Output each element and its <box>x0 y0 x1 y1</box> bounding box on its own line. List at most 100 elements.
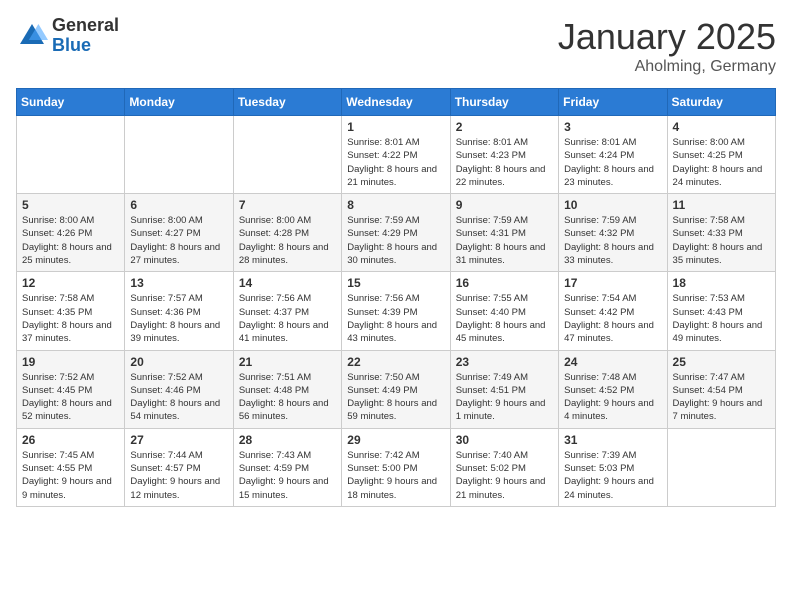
month-title: January 2025 <box>558 16 776 58</box>
title-block: January 2025 Aholming, Germany <box>558 16 776 76</box>
calendar-cell: 26 Sunrise: 7:45 AMSunset: 4:55 PMDayligh… <box>17 428 125 506</box>
calendar-week-row: 26 Sunrise: 7:45 AMSunset: 4:55 PMDayligh… <box>17 428 776 506</box>
calendar-cell: 23 Sunrise: 7:49 AMSunset: 4:51 PMDayligh… <box>450 350 558 428</box>
day-info: Sunrise: 7:47 AMSunset: 4:54 PMDaylight:… <box>673 371 770 424</box>
day-info: Sunrise: 7:56 AMSunset: 4:37 PMDaylight:… <box>239 292 336 345</box>
day-info: Sunrise: 7:56 AMSunset: 4:39 PMDaylight:… <box>347 292 444 345</box>
day-info: Sunrise: 8:01 AMSunset: 4:22 PMDaylight:… <box>347 136 444 189</box>
day-info: Sunrise: 7:49 AMSunset: 4:51 PMDaylight:… <box>456 371 553 424</box>
page-header: General Blue January 2025 Aholming, Germ… <box>16 16 776 76</box>
day-info: Sunrise: 8:00 AMSunset: 4:26 PMDaylight:… <box>22 214 119 267</box>
day-info: Sunrise: 7:53 AMSunset: 4:43 PMDaylight:… <box>673 292 770 345</box>
day-info: Sunrise: 7:51 AMSunset: 4:48 PMDaylight:… <box>239 371 336 424</box>
day-info: Sunrise: 7:55 AMSunset: 4:40 PMDaylight:… <box>456 292 553 345</box>
calendar-cell: 3 Sunrise: 8:01 AMSunset: 4:24 PMDaylight… <box>559 116 667 194</box>
day-info: Sunrise: 7:48 AMSunset: 4:52 PMDaylight:… <box>564 371 661 424</box>
calendar-cell: 8 Sunrise: 7:59 AMSunset: 4:29 PMDaylight… <box>342 194 450 272</box>
calendar-cell: 14 Sunrise: 7:56 AMSunset: 4:37 PMDayligh… <box>233 272 341 350</box>
day-info: Sunrise: 7:43 AMSunset: 4:59 PMDaylight:… <box>239 449 336 502</box>
day-number: 18 <box>673 276 770 290</box>
location: Aholming, Germany <box>558 58 776 76</box>
calendar-cell: 22Sunrise: 7:50 AMSunset: 4:49 PMDayligh… <box>342 350 450 428</box>
calendar-cell: 1 Sunrise: 8:01 AMSunset: 4:22 PMDaylight… <box>342 116 450 194</box>
calendar-table: SundayMondayTuesdayWednesdayThursdayFrid… <box>16 88 776 507</box>
day-number: 1 <box>347 120 444 134</box>
day-of-week-header: Saturday <box>667 89 775 116</box>
calendar-cell: 9Sunrise: 7:59 AMSunset: 4:31 PMDaylight… <box>450 194 558 272</box>
calendar-week-row: 5 Sunrise: 8:00 AMSunset: 4:26 PMDaylight… <box>17 194 776 272</box>
day-number: 13 <box>130 276 227 290</box>
day-number: 20 <box>130 355 227 369</box>
day-info: Sunrise: 7:39 AMSunset: 5:03 PMDaylight:… <box>564 449 661 502</box>
calendar-cell: 15Sunrise: 7:56 AMSunset: 4:39 PMDayligh… <box>342 272 450 350</box>
calendar-cell: 12Sunrise: 7:58 AMSunset: 4:35 PMDayligh… <box>17 272 125 350</box>
calendar-cell: 11Sunrise: 7:58 AMSunset: 4:33 PMDayligh… <box>667 194 775 272</box>
day-info: Sunrise: 7:44 AMSunset: 4:57 PMDaylight:… <box>130 449 227 502</box>
logo-text: General Blue <box>52 16 119 56</box>
day-number: 6 <box>130 198 227 212</box>
day-number: 5 <box>22 198 119 212</box>
day-info: Sunrise: 8:01 AMSunset: 4:23 PMDaylight:… <box>456 136 553 189</box>
day-info: Sunrise: 7:40 AMSunset: 5:02 PMDaylight:… <box>456 449 553 502</box>
day-info: Sunrise: 7:42 AMSunset: 5:00 PMDaylight:… <box>347 449 444 502</box>
calendar-cell: 6 Sunrise: 8:00 AMSunset: 4:27 PMDaylight… <box>125 194 233 272</box>
calendar-cell <box>125 116 233 194</box>
day-number: 30 <box>456 433 553 447</box>
calendar-cell: 30 Sunrise: 7:40 AMSunset: 5:02 PMDayligh… <box>450 428 558 506</box>
calendar-cell: 19Sunrise: 7:52 AMSunset: 4:45 PMDayligh… <box>17 350 125 428</box>
calendar-cell: 24 Sunrise: 7:48 AMSunset: 4:52 PMDayligh… <box>559 350 667 428</box>
day-of-week-header: Thursday <box>450 89 558 116</box>
day-number: 17 <box>564 276 661 290</box>
day-number: 7 <box>239 198 336 212</box>
calendar-week-row: 1 Sunrise: 8:01 AMSunset: 4:22 PMDaylight… <box>17 116 776 194</box>
day-number: 10 <box>564 198 661 212</box>
day-info: Sunrise: 7:59 AMSunset: 4:31 PMDaylight:… <box>456 214 553 267</box>
logo: General Blue <box>16 16 119 56</box>
day-info: Sunrise: 7:59 AMSunset: 4:32 PMDaylight:… <box>564 214 661 267</box>
day-number: 25 <box>673 355 770 369</box>
day-info: Sunrise: 8:00 AMSunset: 4:27 PMDaylight:… <box>130 214 227 267</box>
day-number: 31 <box>564 433 661 447</box>
day-number: 27 <box>130 433 227 447</box>
day-number: 4 <box>673 120 770 134</box>
calendar-cell: 10 Sunrise: 7:59 AMSunset: 4:32 PMDayligh… <box>559 194 667 272</box>
day-info: Sunrise: 8:01 AMSunset: 4:24 PMDaylight:… <box>564 136 661 189</box>
day-of-week-header: Monday <box>125 89 233 116</box>
day-number: 23 <box>456 355 553 369</box>
calendar-cell: 16 Sunrise: 7:55 AMSunset: 4:40 PMDayligh… <box>450 272 558 350</box>
day-of-week-header: Tuesday <box>233 89 341 116</box>
day-info: Sunrise: 8:00 AMSunset: 4:25 PMDaylight:… <box>673 136 770 189</box>
day-number: 24 <box>564 355 661 369</box>
calendar-cell: 25 Sunrise: 7:47 AMSunset: 4:54 PMDayligh… <box>667 350 775 428</box>
calendar-cell: 13Sunrise: 7:57 AMSunset: 4:36 PMDayligh… <box>125 272 233 350</box>
day-of-week-header: Friday <box>559 89 667 116</box>
calendar-cell: 2 Sunrise: 8:01 AMSunset: 4:23 PMDaylight… <box>450 116 558 194</box>
calendar-cell: 5 Sunrise: 8:00 AMSunset: 4:26 PMDaylight… <box>17 194 125 272</box>
calendar-cell: 31 Sunrise: 7:39 AMSunset: 5:03 PMDayligh… <box>559 428 667 506</box>
day-number: 8 <box>347 198 444 212</box>
calendar-cell: 28 Sunrise: 7:43 AMSunset: 4:59 PMDayligh… <box>233 428 341 506</box>
logo-general: General <box>52 15 119 35</box>
day-number: 29 <box>347 433 444 447</box>
calendar-week-row: 19Sunrise: 7:52 AMSunset: 4:45 PMDayligh… <box>17 350 776 428</box>
day-info: Sunrise: 7:59 AMSunset: 4:29 PMDaylight:… <box>347 214 444 267</box>
calendar-cell: 29 Sunrise: 7:42 AMSunset: 5:00 PMDayligh… <box>342 428 450 506</box>
day-number: 2 <box>456 120 553 134</box>
day-info: Sunrise: 7:58 AMSunset: 4:33 PMDaylight:… <box>673 214 770 267</box>
day-number: 26 <box>22 433 119 447</box>
calendar-cell: 21 Sunrise: 7:51 AMSunset: 4:48 PMDayligh… <box>233 350 341 428</box>
calendar-cell: 17 Sunrise: 7:54 AMSunset: 4:42 PMDayligh… <box>559 272 667 350</box>
day-number: 16 <box>456 276 553 290</box>
logo-icon <box>16 20 48 52</box>
day-number: 28 <box>239 433 336 447</box>
day-info: Sunrise: 8:00 AMSunset: 4:28 PMDaylight:… <box>239 214 336 267</box>
day-info: Sunrise: 7:54 AMSunset: 4:42 PMDaylight:… <box>564 292 661 345</box>
calendar-week-row: 12Sunrise: 7:58 AMSunset: 4:35 PMDayligh… <box>17 272 776 350</box>
day-number: 3 <box>564 120 661 134</box>
calendar-cell: 18 Sunrise: 7:53 AMSunset: 4:43 PMDayligh… <box>667 272 775 350</box>
day-info: Sunrise: 7:58 AMSunset: 4:35 PMDaylight:… <box>22 292 119 345</box>
day-number: 14 <box>239 276 336 290</box>
day-info: Sunrise: 7:45 AMSunset: 4:55 PMDaylight:… <box>22 449 119 502</box>
calendar-cell: 7 Sunrise: 8:00 AMSunset: 4:28 PMDaylight… <box>233 194 341 272</box>
day-number: 21 <box>239 355 336 369</box>
